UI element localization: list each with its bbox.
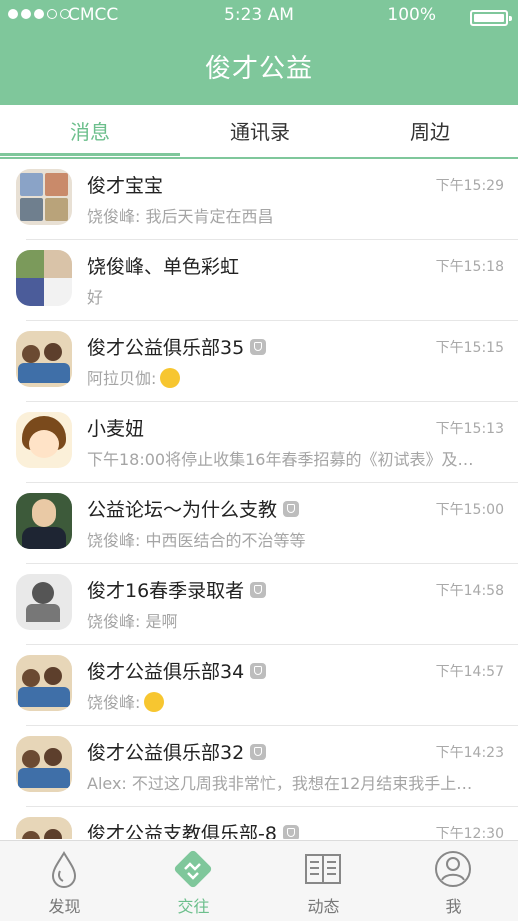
chat-time: 下午12:30	[435, 826, 504, 839]
chat-name: 俊才公益俱乐部34	[87, 657, 267, 684]
chat-row[interactable]: 俊才公益俱乐部35 下午15:15 阿拉贝伽:	[0, 321, 518, 402]
group-avatar	[16, 169, 72, 225]
chat-time: 下午15:00	[435, 502, 504, 518]
chat-row[interactable]: 俊才公益俱乐部32 下午14:23 Alex: 不过这几周我非常忙，我想在12月…	[0, 726, 518, 807]
handshake-icon	[174, 850, 212, 888]
group-avatar	[16, 817, 72, 839]
chat-row[interactable]: 俊才宝宝 下午15:29 饶俊峰: 我后天肯定在西昌	[0, 159, 518, 240]
chat-name: 俊才16春季录取者	[87, 576, 267, 603]
chat-preview: Alex: 不过这几周我非常忙，我想在12月结束我手上…	[87, 774, 473, 793]
chat-row[interactable]: 小麦妞 下午15:13 下午18:00将停止收集16年春季招募的《初试表》及…	[0, 402, 518, 483]
group-avatar	[16, 331, 72, 387]
group-avatar	[16, 250, 72, 306]
tabbar-label: 我	[445, 897, 462, 916]
chat-time: 下午15:15	[435, 340, 504, 356]
battery-percent: 100%	[387, 5, 436, 25]
chat-preview: 下午18:00将停止收集16年春季招募的《初试表》及…	[87, 450, 474, 469]
chat-time: 下午14:23	[435, 745, 504, 761]
group-avatar	[16, 736, 72, 792]
chat-time: 下午15:13	[435, 421, 504, 437]
group-avatar	[16, 655, 72, 711]
chat-row[interactable]: 俊才公益俱乐部34 下午14:57 饶俊峰:	[0, 645, 518, 726]
chat-preview: 阿拉贝伽:	[87, 365, 502, 390]
chat-preview: 饶俊峰:	[87, 689, 502, 714]
user-avatar	[16, 493, 72, 549]
open-book-icon	[305, 854, 341, 884]
page-title: 俊才公益	[204, 54, 313, 84]
grin-emoji-icon	[144, 691, 165, 712]
chat-name: 俊才公益俱乐部32	[87, 738, 267, 765]
active-tab-indicator	[0, 153, 180, 156]
chat-name: 俊才公益支教俱乐部-8	[87, 819, 299, 839]
chat-list[interactable]: 俊才宝宝 下午15:29 饶俊峰: 我后天肯定在西昌 饶俊峰、单色彩虹 下午15…	[0, 159, 518, 839]
tabbar-label: 发现	[48, 897, 81, 916]
user-icon	[435, 851, 471, 887]
chat-time: 下午15:18	[435, 259, 504, 275]
segment-tabs: 消息 通讯录 周边	[0, 105, 518, 159]
tabbar-label: 交往	[177, 897, 210, 916]
verified-badge-icon	[282, 824, 299, 839]
header-bar: CMCC 5:23 AM 100% 俊才公益	[0, 0, 518, 105]
chat-name: 俊才公益俱乐部35	[87, 333, 267, 360]
water-drop-icon	[51, 851, 77, 888]
verified-badge-icon	[250, 581, 267, 598]
tab-contacts[interactable]: 通讯录	[170, 105, 350, 159]
bottom-tab-bar: 发现 交往 动态 我	[0, 840, 518, 921]
tabbar-discover[interactable]: 发现	[0, 841, 129, 921]
status-time: 5:23 AM	[224, 5, 294, 25]
chat-name: 饶俊峰、单色彩虹	[87, 256, 240, 278]
chat-row[interactable]: 俊才16春季录取者 下午14:58 饶俊峰: 是啊	[0, 564, 518, 645]
tabbar-feed[interactable]: 动态	[259, 841, 388, 921]
verified-badge-icon	[283, 500, 300, 517]
chat-preview: 好	[87, 288, 104, 307]
chat-name: 公益论坛～为什么支教	[87, 495, 300, 522]
tabbar-social[interactable]: 交往	[129, 841, 258, 921]
tab-messages[interactable]: 消息	[0, 105, 180, 159]
chat-time: 下午15:29	[435, 178, 504, 194]
chat-name: 小麦妞	[87, 418, 145, 440]
tabbar-me[interactable]: 我	[389, 841, 518, 921]
tongue-out-emoji-icon	[160, 367, 181, 388]
chat-time: 下午14:58	[435, 583, 504, 599]
chat-row[interactable]: 饶俊峰、单色彩虹 下午15:18 好	[0, 240, 518, 321]
verified-badge-icon	[250, 662, 267, 679]
verified-badge-icon	[250, 743, 267, 760]
user-avatar	[16, 412, 72, 468]
chat-preview: 饶俊峰: 是啊	[87, 612, 178, 631]
group-avatar	[16, 574, 72, 630]
chat-time: 下午14:57	[435, 664, 504, 680]
verified-badge-icon	[250, 338, 267, 355]
tabbar-label: 动态	[307, 897, 340, 916]
chat-name: 俊才宝宝	[87, 175, 164, 197]
status-bar: CMCC 5:23 AM 100%	[0, 0, 518, 32]
chat-preview: 饶俊峰: 我后天肯定在西昌	[87, 207, 274, 226]
chat-preview: 饶俊峰: 中西医结合的不治等等	[87, 531, 306, 550]
chat-row[interactable]: 公益论坛～为什么支教 下午15:00 饶俊峰: 中西医结合的不治等等	[0, 483, 518, 564]
battery-icon	[470, 10, 512, 26]
tab-nearby[interactable]: 周边	[340, 105, 518, 159]
chat-row[interactable]: 俊才公益支教俱乐部-8 下午12:30	[0, 807, 518, 839]
